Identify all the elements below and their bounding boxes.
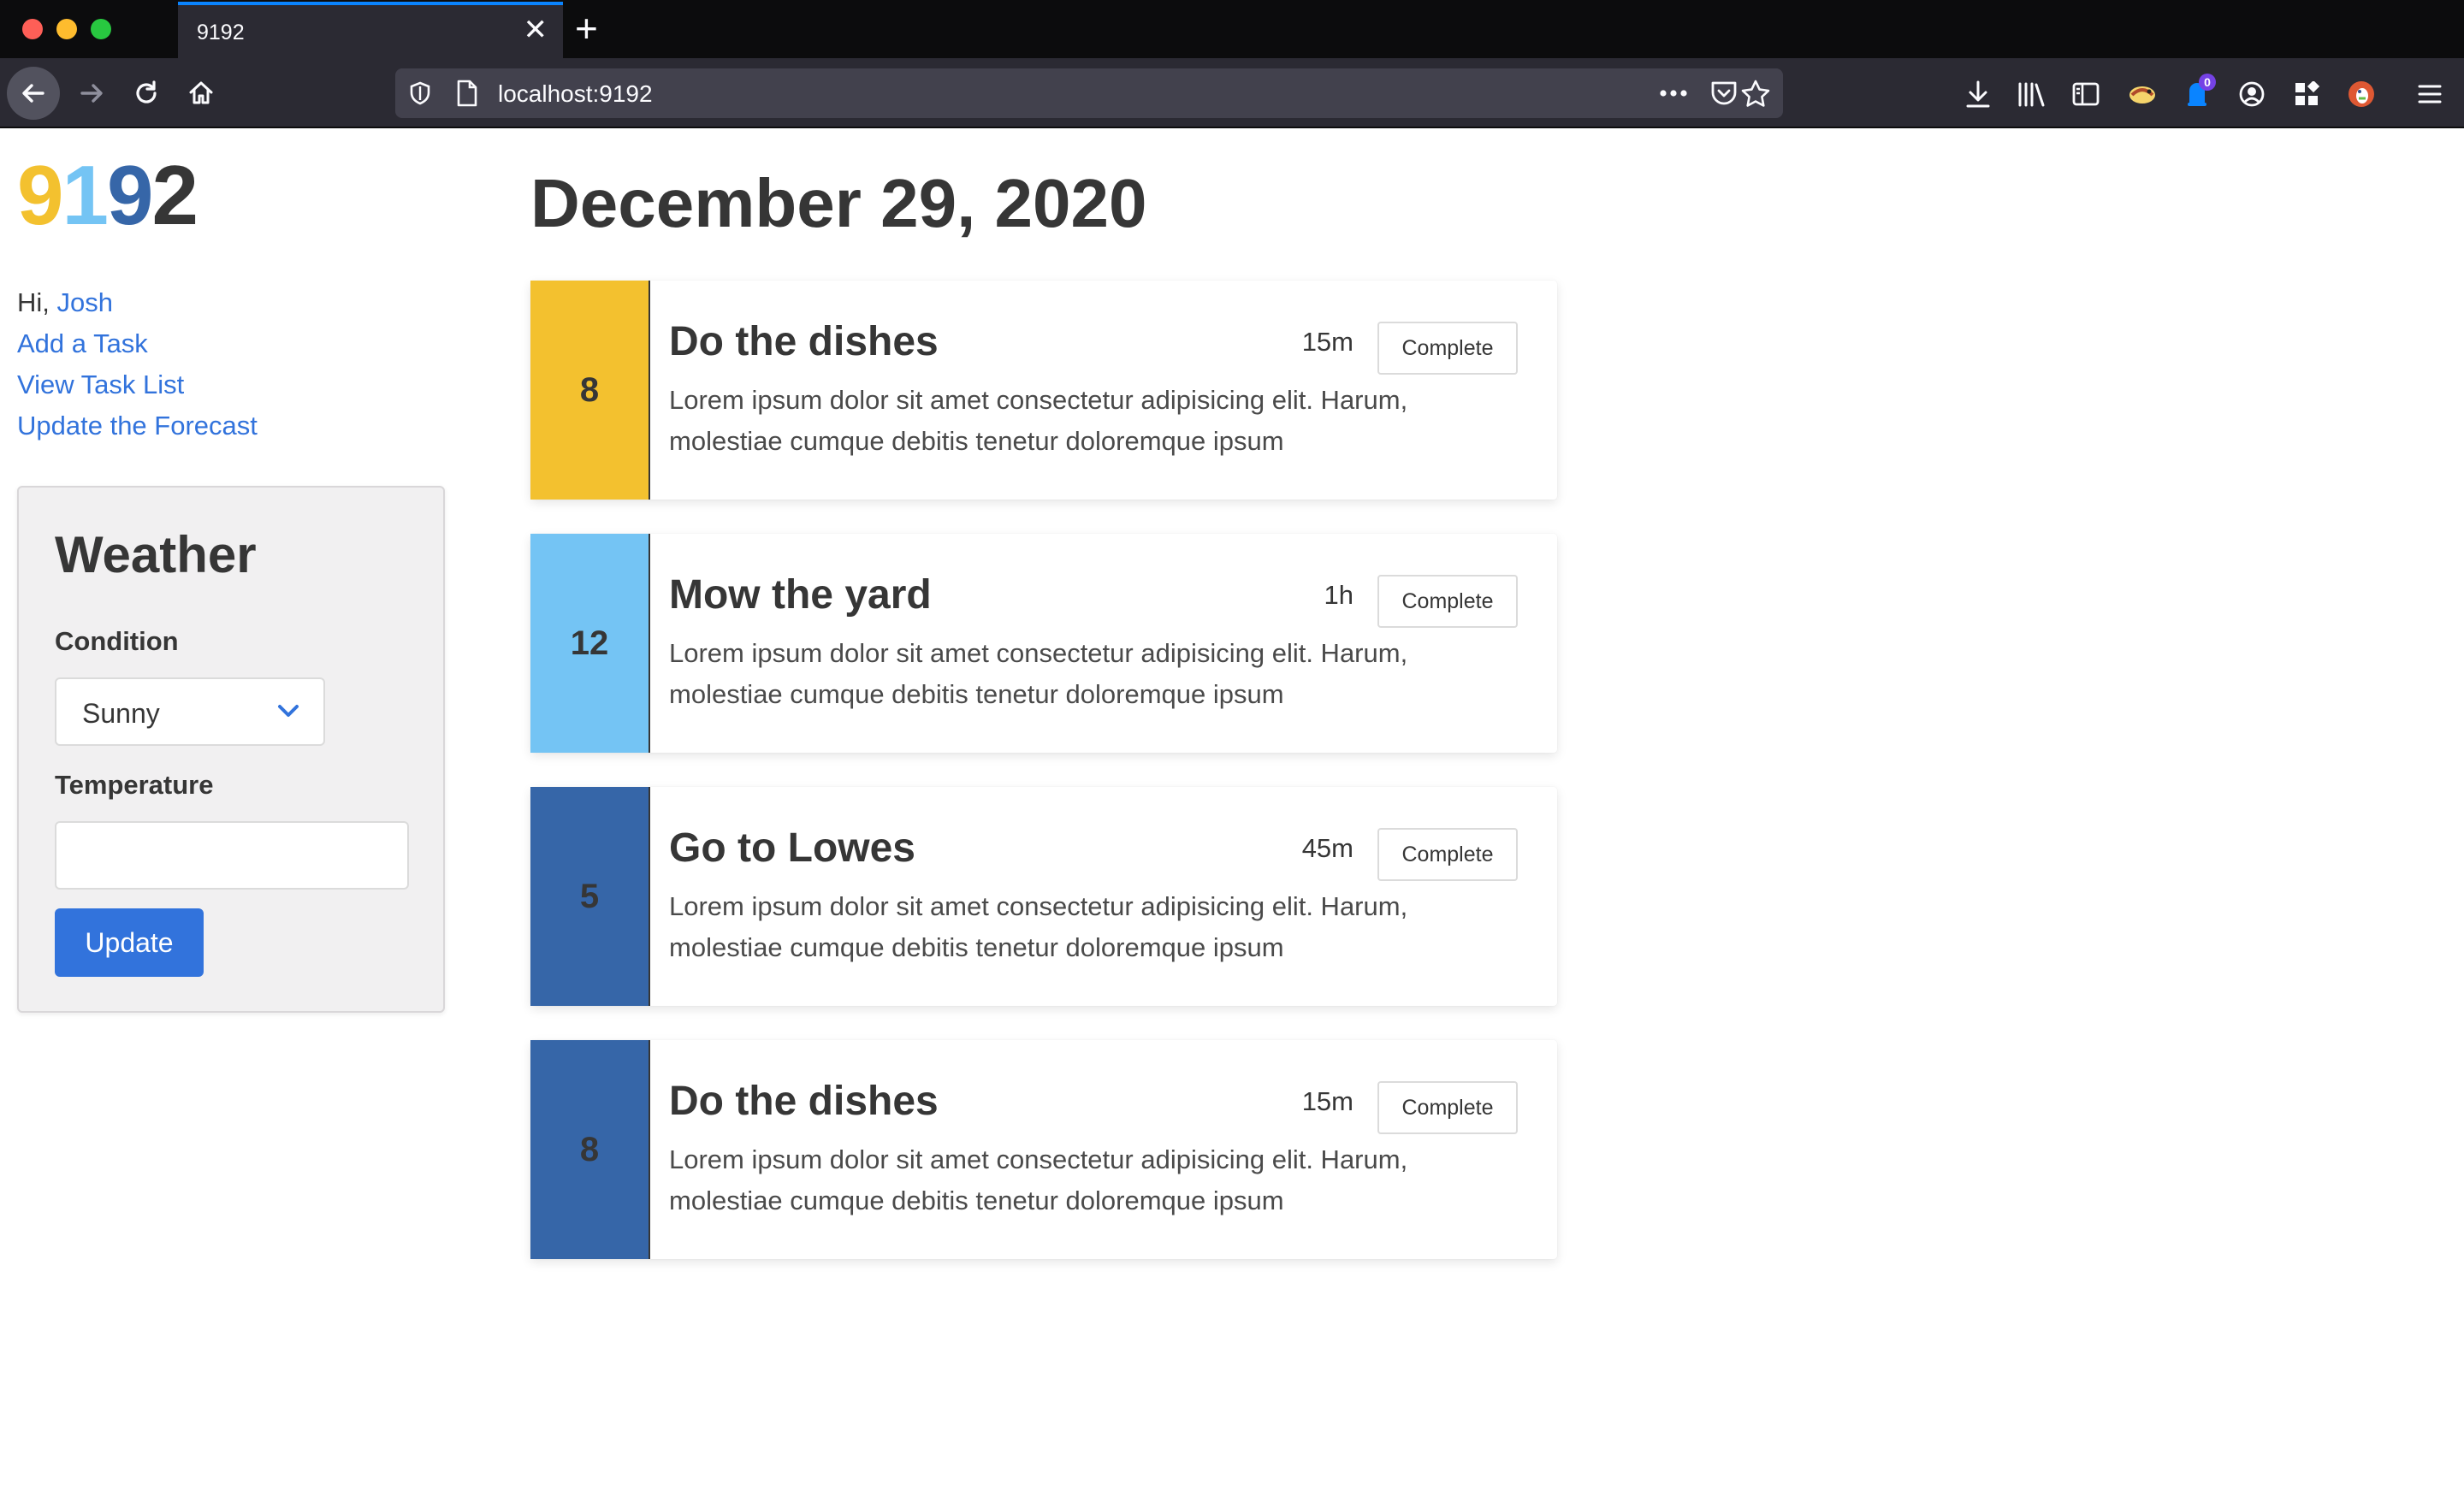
user-name-link[interactable]: Josh [57, 287, 113, 317]
url-bar[interactable]: localhost:9192 [395, 68, 1783, 118]
account-icon[interactable] [2236, 79, 2267, 109]
downloads-icon[interactable] [1963, 79, 1993, 109]
task-priority-number: 8 [530, 281, 650, 500]
complete-button[interactable]: Complete [1377, 1081, 1518, 1134]
extension-notification-icon[interactable]: 0 [2182, 74, 2216, 109]
task-duration: 15m [1301, 1086, 1353, 1116]
tracking-shield-icon[interactable] [409, 81, 431, 109]
task-card: 8 Do the dishes 15m Complete Lorem ipsum dol… [530, 1040, 1557, 1259]
home-button[interactable] [175, 67, 228, 120]
add-task-link[interactable]: Add a Task [17, 323, 148, 364]
task-title: Do the dishes [669, 1079, 939, 1124]
extension-bird-icon[interactable] [2127, 79, 2158, 109]
home-icon [189, 81, 213, 104]
library-icon[interactable] [2016, 79, 2046, 109]
forward-button[interactable] [65, 67, 118, 120]
forward-arrow-icon [80, 84, 103, 103]
tab-close-icon[interactable]: ✕ [524, 15, 548, 44]
view-task-list-link[interactable]: View Task List [17, 364, 184, 405]
weather-panel: Weather Condition Sunny Temperature Upda… [17, 486, 445, 1013]
task-priority-number: 5 [530, 787, 650, 1006]
task-duration: 1h [1324, 580, 1353, 610]
condition-label: Condition [55, 626, 179, 656]
logo-digit: 2 [151, 148, 198, 242]
bookmark-star-icon[interactable] [1738, 80, 1773, 107]
page-actions-menu-icon[interactable] [1656, 80, 1691, 107]
complete-button[interactable]: Complete [1377, 322, 1518, 375]
sidebar-toggle-icon[interactable] [2070, 79, 2101, 109]
task-description: Lorem ipsum dolor sit amet consectetur a… [669, 385, 1408, 456]
logo-digit: 9 [17, 148, 63, 242]
task-duration: 15m [1301, 327, 1353, 357]
logo-digit: 1 [62, 148, 109, 242]
new-tab-icon[interactable]: + [575, 9, 598, 48]
complete-button[interactable]: Complete [1377, 575, 1518, 628]
task-description: Lorem ipsum dolor sit amet consectetur a… [669, 1144, 1408, 1215]
temperature-input[interactable] [55, 821, 409, 890]
complete-button[interactable]: Complete [1377, 828, 1518, 881]
back-button[interactable] [7, 67, 60, 120]
browser-titlebar: 9192 ✕ + [0, 0, 2464, 58]
task-duration: 45m [1301, 833, 1353, 863]
user-greeting: Hi, Josh [17, 282, 113, 323]
task-card: 12 Mow the yard 1h Complete Lorem ipsum dolo… [530, 534, 1557, 753]
browser-tab[interactable]: 9192 ✕ [178, 2, 563, 58]
weather-heading: Weather [55, 526, 257, 583]
extensions-grid-icon[interactable] [2291, 79, 2322, 109]
task-title: Do the dishes [669, 319, 939, 364]
chevron-down-icon [277, 703, 299, 723]
reload-icon [136, 80, 157, 103]
task-description: Lorem ipsum dolor sit amet consectetur a… [669, 638, 1408, 709]
tab-title: 9192 [197, 21, 245, 44]
app-menu-icon[interactable] [2414, 79, 2445, 109]
pocket-icon[interactable] [1707, 80, 1741, 107]
downloads-badge: 0 [2199, 74, 2216, 91]
app-logo[interactable]: 9192 [17, 152, 198, 238]
logo-digit: 9 [107, 148, 153, 242]
task-priority-number: 12 [530, 534, 650, 753]
task-card: 5 Go to Lowes 45m Complete Lorem ipsum dolor… [530, 787, 1557, 1006]
window-minimize-button[interactable] [56, 19, 77, 39]
task-description: Lorem ipsum dolor sit amet consectetur a… [669, 891, 1408, 962]
task-title: Go to Lowes [669, 825, 915, 871]
task-priority-number: 8 [530, 1040, 650, 1259]
url-text[interactable]: localhost:9192 [498, 80, 653, 108]
condition-value: Sunny [82, 698, 160, 729]
page-title: December 29, 2020 [530, 165, 1147, 241]
condition-select[interactable]: Sunny [55, 677, 325, 746]
reload-button[interactable] [120, 67, 173, 120]
greeting-prefix: Hi, [17, 287, 57, 317]
task-card: 8 Do the dishes 15m Complete Lorem ipsum dol… [530, 281, 1557, 500]
duckduckgo-icon[interactable] [2346, 79, 2377, 109]
temperature-label: Temperature [55, 770, 214, 800]
page-info-icon[interactable] [455, 80, 479, 111]
back-arrow-icon [22, 84, 44, 103]
window-maximize-button[interactable] [91, 19, 111, 39]
task-title: Mow the yard [669, 572, 932, 618]
update-forecast-link[interactable]: Update the Forecast [17, 405, 258, 446]
window-close-button[interactable] [22, 19, 43, 39]
browser-toolbar: localhost:9192 0 [0, 58, 2464, 128]
update-button[interactable]: Update [55, 908, 204, 977]
